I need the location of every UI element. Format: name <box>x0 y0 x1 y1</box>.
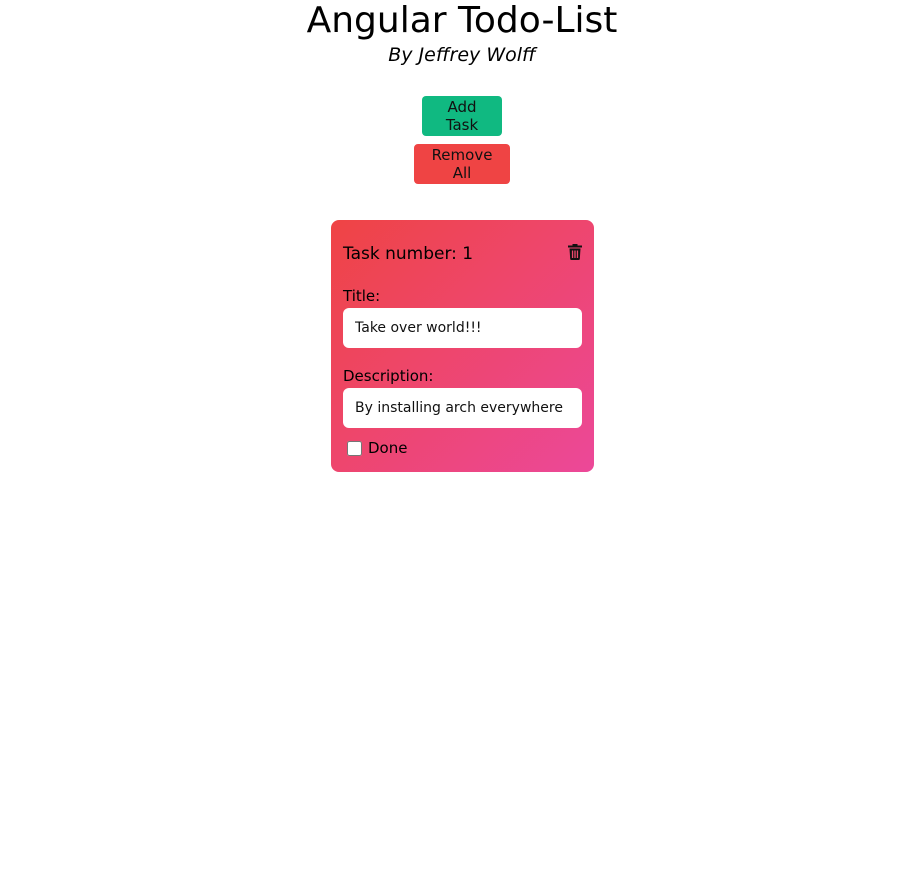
done-row[interactable]: Done <box>347 438 407 458</box>
page-subtitle: By Jeffrey Wolff <box>388 44 536 66</box>
done-checkbox[interactable] <box>347 440 362 456</box>
page-title: Angular Todo-List <box>306 0 618 41</box>
title-label: Title: <box>343 287 381 305</box>
task-card: Task number: 1 Title: Description: Done <box>331 220 594 472</box>
remove-all-button[interactable]: Remove All <box>414 144 510 184</box>
done-label: Done <box>368 439 408 457</box>
task-number-label: Task number: 1 <box>343 244 474 264</box>
add-task-button[interactable]: Add Task <box>422 96 502 136</box>
description-label: Description: <box>343 367 434 385</box>
description-input[interactable] <box>343 388 582 428</box>
todo-app: Angular Todo-List By Jeffrey Wolff Add T… <box>0 0 924 887</box>
title-input[interactable] <box>343 308 582 348</box>
trash-icon[interactable] <box>568 244 582 260</box>
